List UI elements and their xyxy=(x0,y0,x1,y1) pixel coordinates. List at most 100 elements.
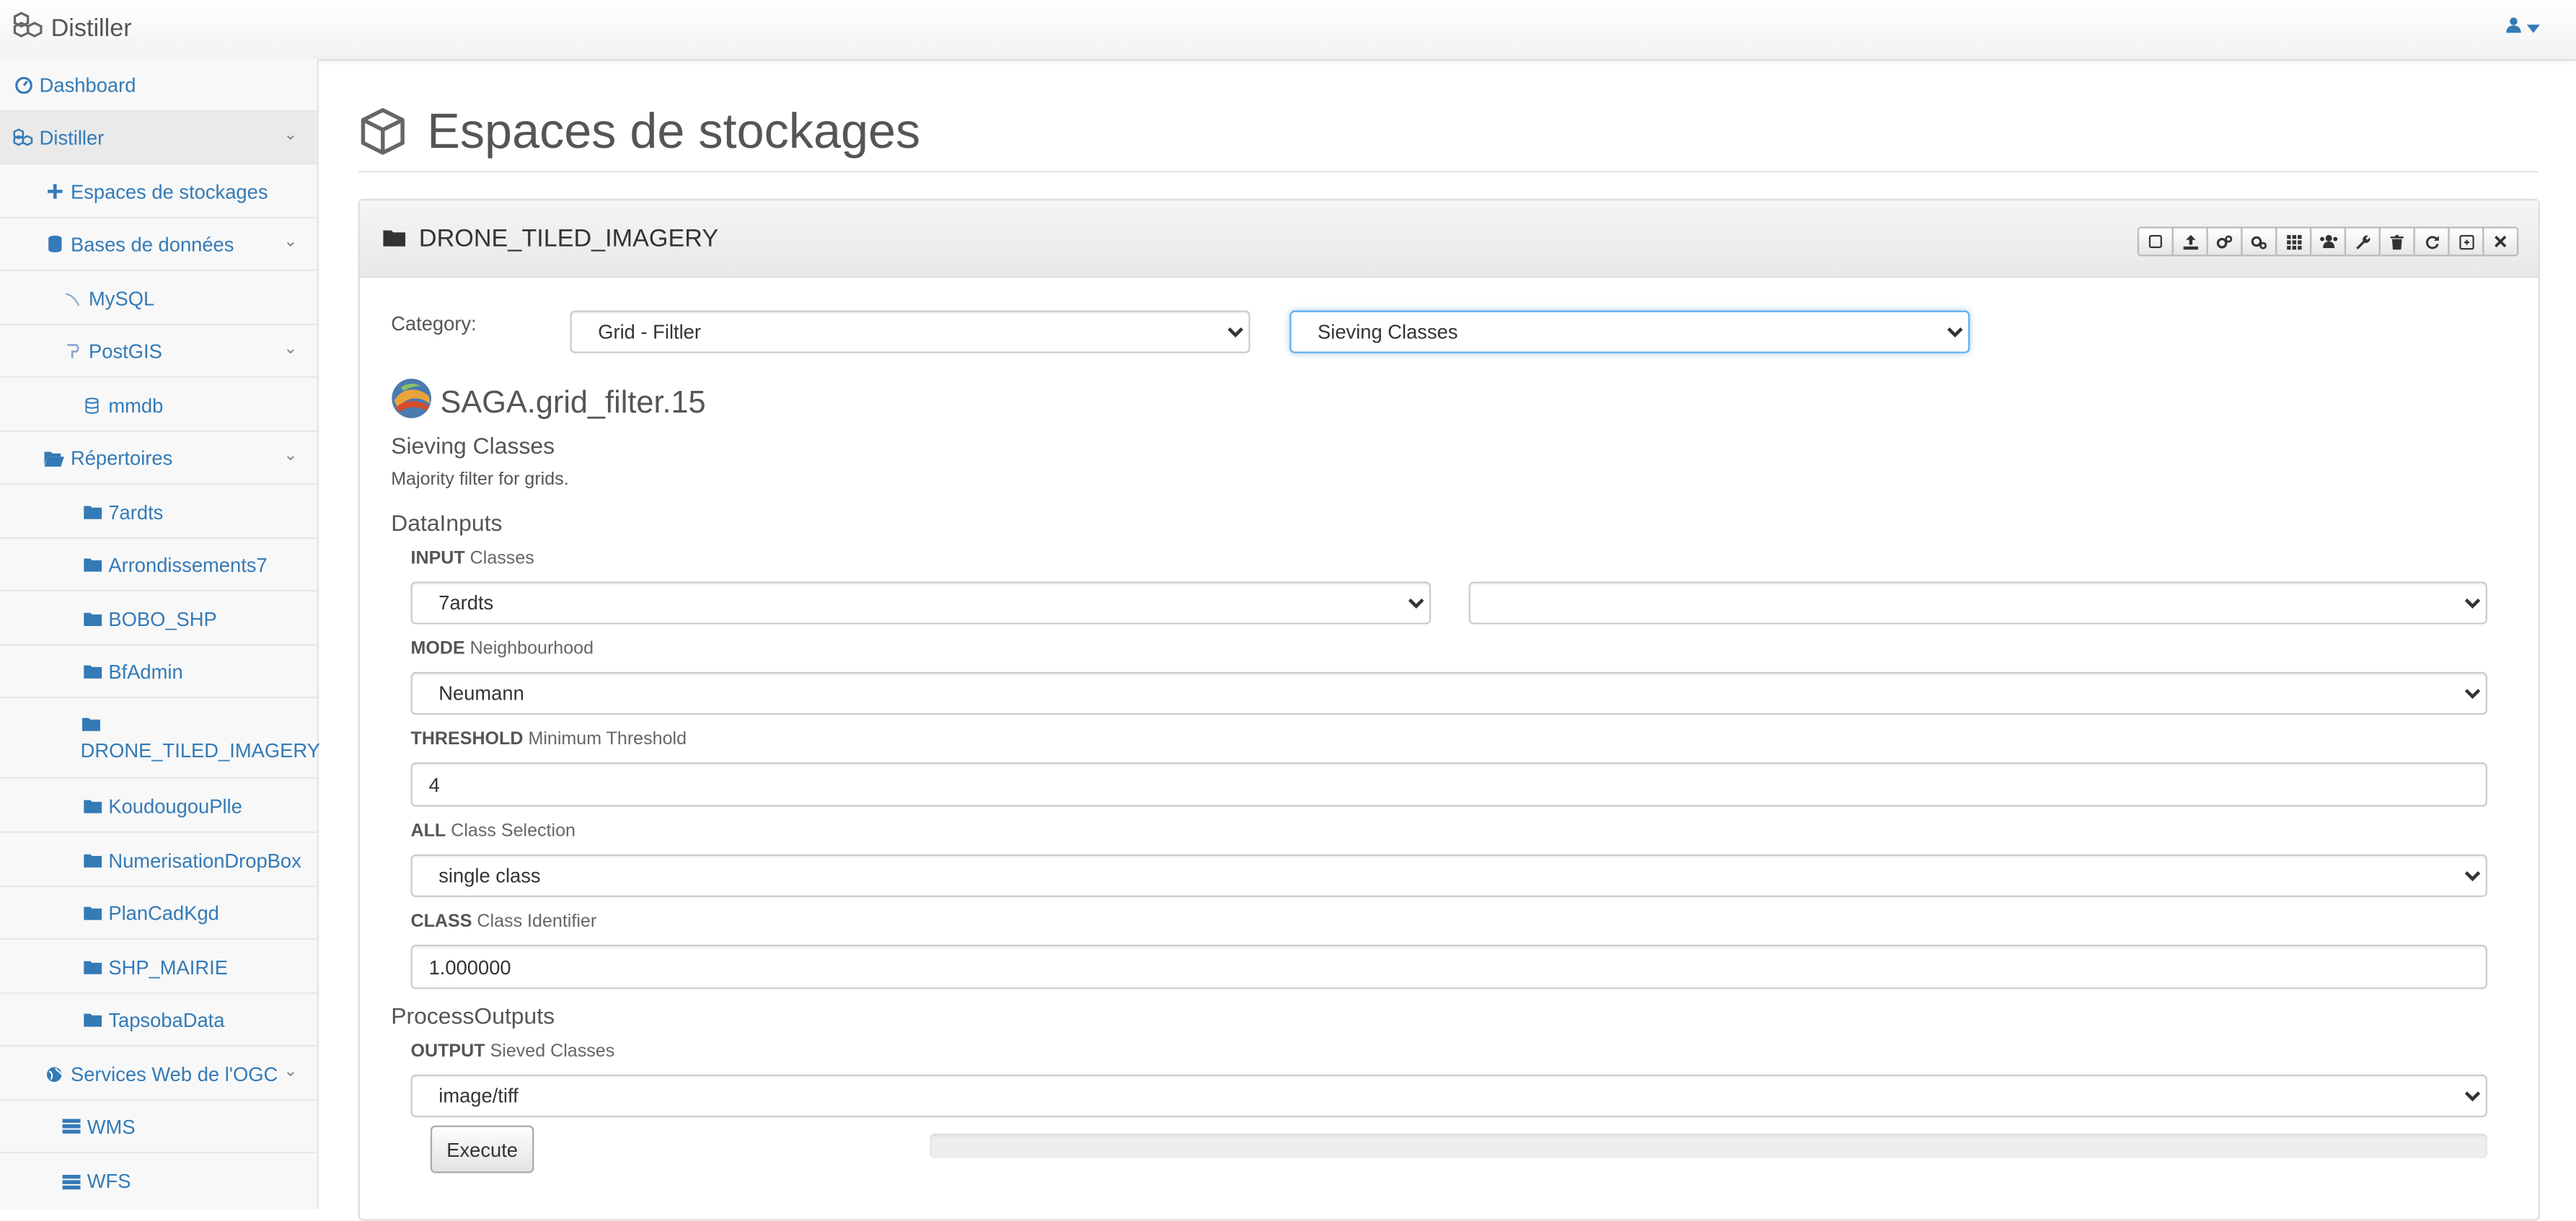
process-id: SAGA.grid_filter.15 xyxy=(440,385,706,420)
threshold-input[interactable] xyxy=(410,762,2488,807)
sidebar-item-label: MySQL xyxy=(89,286,155,310)
mode-select[interactable]: Neumann xyxy=(410,671,2488,715)
cubes-icon xyxy=(13,12,43,45)
sidebar-item-label: Services Web de l'OGC xyxy=(70,1062,278,1085)
sidebar-folder-item[interactable]: TapsobaData xyxy=(0,994,317,1047)
panel-title: DRONE_TILED_IMAGERY xyxy=(418,224,719,252)
chevron-down-icon: ⌄ xyxy=(283,126,298,145)
cogs-icon[interactable] xyxy=(2206,226,2243,257)
chevron-down-icon: ⌄ xyxy=(283,340,298,358)
export-icon[interactable] xyxy=(2448,226,2484,257)
class-label: CLASS Class Identifier xyxy=(410,912,597,932)
folder-icon xyxy=(82,504,102,519)
users-icon[interactable] xyxy=(2310,226,2347,257)
sidebar-item-wms[interactable]: WMS xyxy=(0,1101,317,1154)
folder-icon xyxy=(82,959,102,974)
all-label: ALL Class Selection xyxy=(410,821,575,842)
sidebar-item-label: Dashboard xyxy=(39,73,136,97)
process-select[interactable]: Sieving Classes xyxy=(1289,310,1970,353)
dashboard-icon xyxy=(13,76,32,94)
database-icon xyxy=(45,235,64,253)
sidebar-item-label: mmdb xyxy=(108,393,164,417)
trash-icon[interactable] xyxy=(2378,226,2415,257)
sidebar-item-dashboard[interactable]: Dashboard xyxy=(0,59,317,112)
sidebar-item-label: Bases de données xyxy=(70,232,234,256)
sidebar-folder-item[interactable]: DRONE_TILED_IMAGERY xyxy=(0,700,320,779)
panel-toolbar xyxy=(2137,226,2519,257)
user-menu[interactable] xyxy=(2505,17,2540,38)
sidebar-folder-item[interactable]: SHP_MAIRIE xyxy=(0,941,317,995)
sidebar-folder-item[interactable]: KoudougouPlle xyxy=(0,780,317,833)
sidebar-item-label: SHP_MAIRIE xyxy=(108,955,228,979)
sidebar-folder-item[interactable]: BOBO_SHP xyxy=(0,593,317,646)
output-label: OUTPUT Sieved Classes xyxy=(410,1041,615,1062)
grid-icon[interactable] xyxy=(2275,226,2312,257)
sidebar-folder-item[interactable]: 7ardts xyxy=(0,486,317,539)
process-name: Sieving Classes xyxy=(391,432,555,459)
class-selection-select[interactable]: single class xyxy=(410,854,2488,897)
folder-open-icon xyxy=(44,449,64,466)
sidebar-item-label: NumerisationDropBox xyxy=(108,848,301,872)
sidebar-item-bases[interactable]: Bases de données ⌄ xyxy=(0,219,317,271)
folder-icon xyxy=(383,224,406,252)
sidebar-folder-item[interactable]: BfAdmin xyxy=(0,645,317,699)
execute-button[interactable]: Execute xyxy=(430,1125,534,1173)
server-icon xyxy=(61,1173,80,1189)
chevron-down-icon: ⌄ xyxy=(283,1062,298,1081)
caret-down-icon xyxy=(2526,17,2540,37)
refresh-icon[interactable] xyxy=(2413,226,2450,257)
cubes-icon xyxy=(13,128,33,146)
process-description: Majority filter for grids. xyxy=(391,470,569,490)
threshold-label: THRESHOLD Minimum Threshold xyxy=(410,729,687,749)
sidebar-folder-item[interactable]: PlanCadKgd xyxy=(0,887,317,940)
cogs-alt-icon[interactable] xyxy=(2241,226,2277,257)
brand[interactable]: Distiller xyxy=(13,12,132,45)
sidebar-item-repertoires[interactable]: Répertoires ⌄ xyxy=(0,432,317,485)
sidebar-item-ogc[interactable]: Services Web de l'OGC ⌄ xyxy=(0,1048,317,1101)
folder-icon xyxy=(82,905,102,920)
sidebar-item-label: WMS xyxy=(87,1114,136,1138)
square-icon[interactable] xyxy=(2137,226,2174,257)
page-header: Espaces de stockages xyxy=(358,105,920,161)
database-icon xyxy=(82,397,102,413)
sidebar-folder-item[interactable]: Arrondissements7 xyxy=(0,539,317,592)
globe-icon xyxy=(45,1065,64,1082)
plus-icon xyxy=(45,184,64,199)
class-identifier-input[interactable] xyxy=(410,944,2488,989)
sidebar-item-label: Répertoires xyxy=(70,446,173,470)
folder-icon xyxy=(82,557,102,572)
sidebar-item-label: Distiller xyxy=(39,125,105,149)
mysql-icon xyxy=(63,290,82,307)
close-icon[interactable] xyxy=(2482,226,2519,257)
brand-label: Distiller xyxy=(50,14,132,43)
output-format-select[interactable]: image/tiff xyxy=(410,1074,2488,1118)
sidebar-item-postgis[interactable]: PostGIS ⌄ xyxy=(0,325,317,378)
sidebar-item-label: PlanCadKgd xyxy=(108,901,219,925)
input-label: INPUT Classes xyxy=(410,548,534,569)
sidebar-folder-item[interactable]: NumerisationDropBox xyxy=(0,834,317,888)
chevron-down-icon: ⌄ xyxy=(283,233,298,252)
input-classes-secondary-select[interactable] xyxy=(1468,581,2488,625)
category-select[interactable]: Grid - Filtler xyxy=(570,310,1250,353)
folder-icon xyxy=(82,798,102,814)
saga-logo-icon xyxy=(391,378,432,429)
sidebar-item-mysql[interactable]: MySQL xyxy=(0,273,317,326)
upload-icon[interactable] xyxy=(2171,226,2208,257)
sidebar-item-label: KoudougouPlle xyxy=(108,794,242,818)
sidebar-item-wfs[interactable]: WFS xyxy=(0,1155,317,1208)
sidebar-item-distiller[interactable]: Distiller ⌄ xyxy=(0,111,317,164)
folder-icon xyxy=(82,852,102,868)
input-classes-select[interactable]: 7ardts xyxy=(410,581,1432,625)
wrench-icon[interactable] xyxy=(2344,226,2381,257)
divider xyxy=(358,170,2538,173)
chevron-down-icon: ⌄ xyxy=(283,446,298,465)
server-icon xyxy=(61,1119,80,1134)
top-navbar: Distiller xyxy=(0,0,2576,61)
cube-icon xyxy=(358,106,407,160)
category-label: Category: xyxy=(391,312,477,335)
sidebar-item-mmdb[interactable]: mmdb xyxy=(0,379,317,433)
main-content: Espaces de stockages DRONE_TILED_IMAGERY xyxy=(319,59,2576,1221)
sidebar-item-espaces[interactable]: Espaces de stockages xyxy=(0,166,317,219)
folder-icon xyxy=(81,715,100,731)
folder-icon xyxy=(82,611,102,626)
